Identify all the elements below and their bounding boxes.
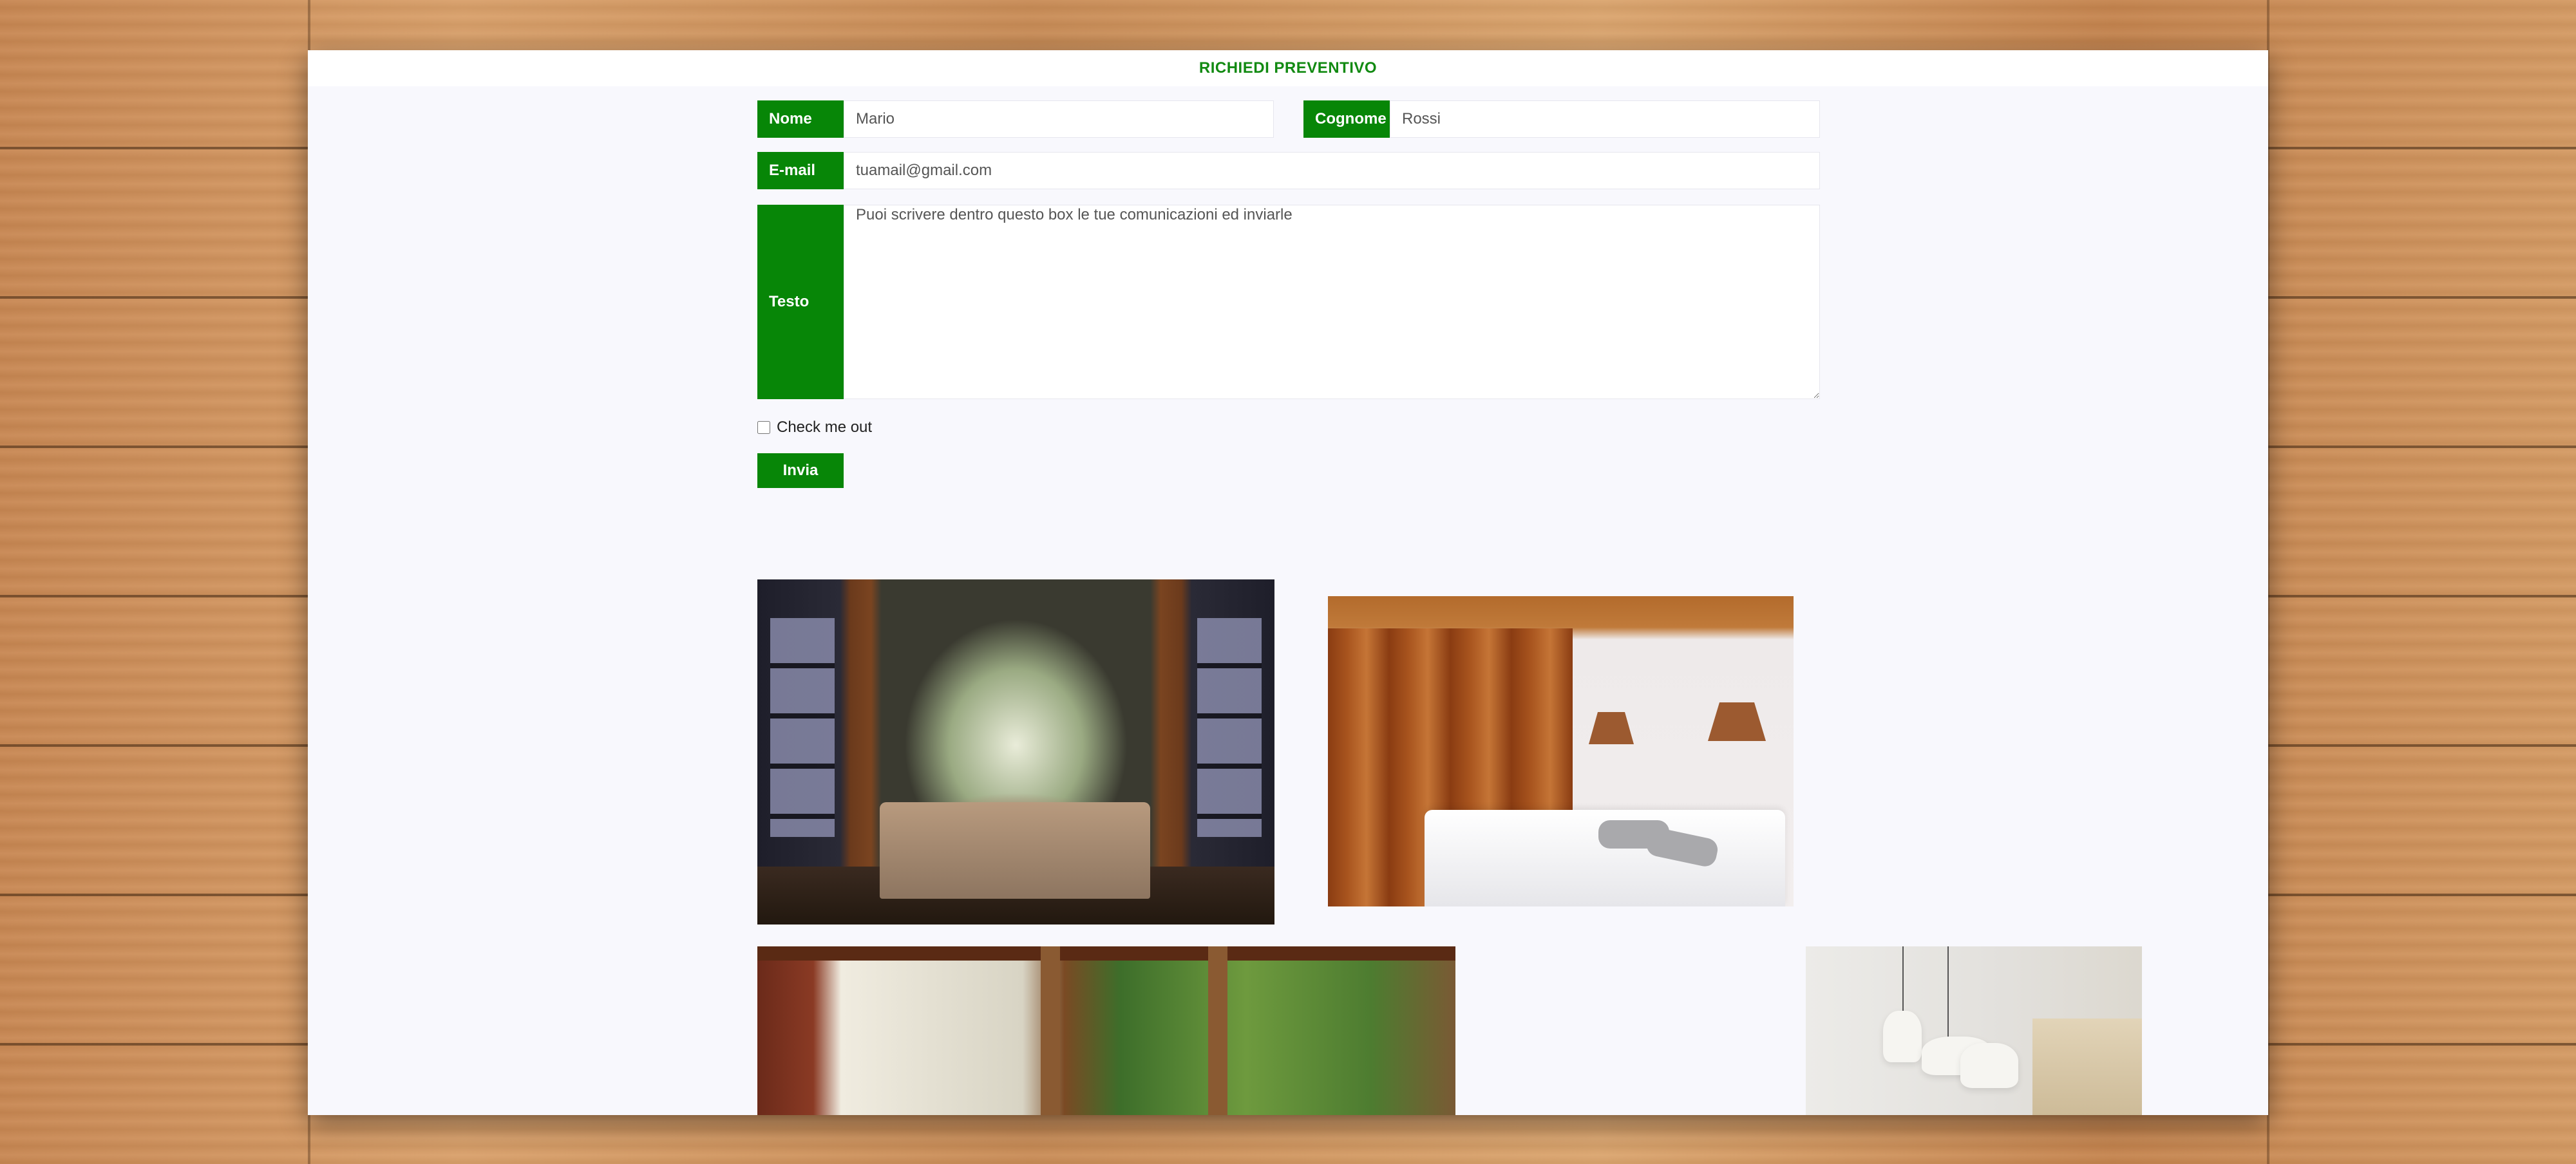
testo-field: Testo Puoi scrivere dentro questo box le…	[757, 205, 1820, 399]
check-me-out-label: Check me out	[777, 418, 873, 436]
nome-field: Nome	[757, 100, 1274, 138]
check-me-out-row[interactable]: Check me out	[757, 418, 872, 436]
window-shape	[770, 618, 835, 837]
pendant-lamps-photo	[1806, 946, 2142, 1115]
invia-button[interactable]: Invia	[757, 453, 844, 488]
email-label: E-mail	[757, 152, 844, 189]
lamp-shade-shape	[1883, 1011, 1922, 1062]
porch-photo	[757, 946, 1455, 1115]
bed-shape	[880, 802, 1150, 899]
bedroom-white-photo	[1328, 596, 1794, 906]
nome-label: Nome	[757, 100, 844, 138]
email-input[interactable]	[844, 152, 1820, 189]
roof-beam-shape	[757, 946, 1455, 961]
window-shape	[1197, 618, 1262, 837]
bedroom-canopy-photo	[757, 579, 1274, 925]
wall-lamp-shape	[1708, 702, 1766, 741]
email-field: E-mail	[757, 152, 1820, 189]
nome-input[interactable]	[844, 100, 1274, 138]
testo-textarea[interactable]: Puoi scrivere dentro questo box le tue c…	[844, 205, 1820, 399]
wood-post-shape	[1041, 946, 1060, 1115]
cognome-label: Cognome	[1303, 100, 1390, 138]
cognome-field: Cognome	[1303, 100, 1820, 138]
cognome-input[interactable]	[1390, 100, 1820, 138]
page-title: RICHIEDI PREVENTIVO	[308, 50, 2268, 86]
check-me-out-checkbox[interactable]	[757, 421, 770, 434]
testo-label: Testo	[757, 205, 844, 399]
wall-lamp-shape	[1589, 712, 1634, 744]
lamp-wire-shape	[1947, 946, 1949, 1043]
lamp-shade-shape	[1960, 1043, 2018, 1088]
page-container: RICHIEDI PREVENTIVO Nome Cognome E-mail …	[308, 50, 2268, 1115]
wood-post-shape	[1208, 946, 1227, 1115]
lamp-wire-shape	[1902, 946, 1904, 1017]
cabinet-shape	[2032, 1018, 2142, 1115]
